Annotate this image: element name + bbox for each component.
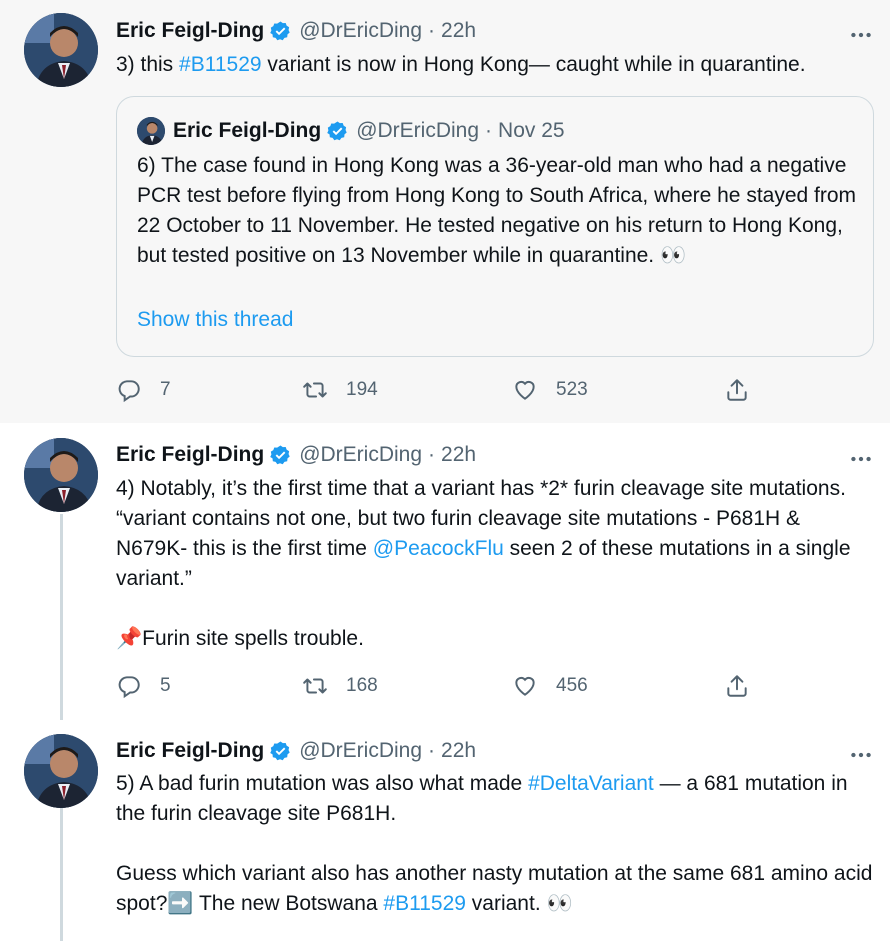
heart-icon (515, 676, 535, 696)
tweet-text-segment: 5) A bad furin mutation was also what ma… (116, 772, 529, 795)
timestamp[interactable]: 22h (441, 19, 476, 43)
tweet-header: Eric Feigl-Ding @DrEricDing · 22h (116, 17, 476, 45)
tweet-actions: 7 194 523 (116, 375, 766, 405)
tweet-text: 5) A bad furin mutation was also what ma… (116, 769, 876, 919)
reply-count: 5 (160, 675, 171, 696)
show-thread-link[interactable]: Show this thread (137, 308, 293, 332)
author-name[interactable]: Eric Feigl-Ding (116, 19, 264, 43)
tweet-text-segment: 3) this (116, 53, 180, 76)
tweet-text: 4) Notably, it’s the first time that a v… (116, 474, 876, 654)
tweet-header: Eric Feigl-Ding @DrEricDing · 22h (116, 737, 476, 765)
quoted-tweet[interactable]: Eric Feigl-Ding @DrEricDing · Nov 25 6) … (116, 96, 874, 357)
more-options-icon[interactable] (848, 22, 874, 48)
hashtag-link[interactable]: #B11529 (383, 892, 466, 915)
retweet-button[interactable]: 168 (302, 671, 378, 701)
profile-photo-icon (137, 117, 165, 145)
profile-photo-icon (24, 734, 98, 808)
more-options-icon[interactable] (848, 742, 874, 768)
tweet-text-paragraph: Guess which variant also has another nas… (116, 859, 876, 919)
quoted-tweet-text: 6) The case found in Hong Kong was a 36-… (137, 154, 857, 267)
heart-icon (515, 380, 535, 400)
verified-badge-icon (270, 20, 290, 40)
tweet-header: Eric Feigl-Ding @DrEricDing · 22h (116, 441, 476, 469)
author-handle[interactable]: @DrEricDing (299, 739, 422, 763)
separator-dot: · (428, 739, 436, 762)
author-handle[interactable]: @DrEricDing (299, 443, 422, 467)
reply-icon (118, 676, 140, 699)
share-icon (727, 675, 747, 697)
like-count: 523 (556, 379, 588, 400)
timestamp[interactable]: 22h (441, 739, 476, 763)
reply-button[interactable]: 5 (116, 671, 171, 701)
separator-dot: · (485, 119, 493, 142)
tweet-text-paragraph: 📌Furin site spells trouble. (116, 627, 364, 650)
like-button[interactable]: 456 (512, 671, 588, 701)
profile-photo-icon (24, 438, 98, 512)
tweet-text: 3) this #B11529 variant is now in Hong K… (116, 50, 876, 80)
like-button[interactable]: 523 (512, 375, 588, 405)
tweet-actions: 5 168 456 (116, 671, 766, 701)
separator-dot: · (428, 443, 436, 466)
retweet-icon (303, 678, 327, 694)
like-count: 456 (556, 675, 588, 696)
tweet[interactable]: Eric Feigl-Ding @DrEricDing · 22h 5) A b… (0, 719, 890, 941)
reply-count: 7 (160, 379, 171, 400)
verified-badge-icon (270, 740, 290, 760)
author-name[interactable]: Eric Feigl-Ding (116, 739, 264, 763)
verified-badge-icon (270, 444, 290, 464)
share-button[interactable] (724, 375, 750, 405)
quoted-tweet-header: Eric Feigl-Ding @DrEricDing · Nov 25 (173, 117, 565, 145)
author-handle[interactable]: @DrEricDing (299, 19, 422, 43)
retweet-button[interactable]: 194 (302, 375, 378, 405)
tweet[interactable]: Eric Feigl-Ding @DrEricDing · 22h 3) thi… (0, 0, 890, 423)
hashtag-link[interactable]: #DeltaVariant (528, 772, 654, 795)
hashtag-link[interactable]: #B11529 (179, 53, 262, 76)
quoted-timestamp: Nov 25 (498, 119, 565, 142)
retweet-count: 194 (346, 379, 378, 400)
separator-dot: · (428, 19, 436, 42)
tweet[interactable]: Eric Feigl-Ding @DrEricDing · 22h 4) Not… (0, 423, 890, 719)
verified-badge-icon (327, 120, 347, 140)
avatar[interactable] (24, 438, 98, 512)
quoted-author-name: Eric Feigl-Ding (173, 119, 322, 142)
tweet-text-segment: variant. 👀 (465, 892, 573, 915)
share-icon (727, 379, 747, 401)
reply-icon (118, 380, 140, 403)
mention-link[interactable]: @PeacockFlu (373, 537, 504, 560)
avatar[interactable] (24, 734, 98, 808)
avatar[interactable] (24, 13, 98, 87)
author-name[interactable]: Eric Feigl-Ding (116, 443, 264, 467)
more-options-icon[interactable] (848, 446, 874, 472)
retweet-count: 168 (346, 675, 378, 696)
retweet-icon (303, 382, 327, 398)
tweet-text-segment: variant is now in Hong Kong— caught whil… (261, 53, 806, 76)
quoted-author-handle: @DrEricDing (356, 119, 480, 142)
reply-button[interactable]: 7 (116, 375, 171, 405)
share-button[interactable] (724, 671, 750, 701)
quoted-avatar (137, 117, 165, 145)
timestamp[interactable]: 22h (441, 443, 476, 467)
profile-photo-icon (24, 13, 98, 87)
